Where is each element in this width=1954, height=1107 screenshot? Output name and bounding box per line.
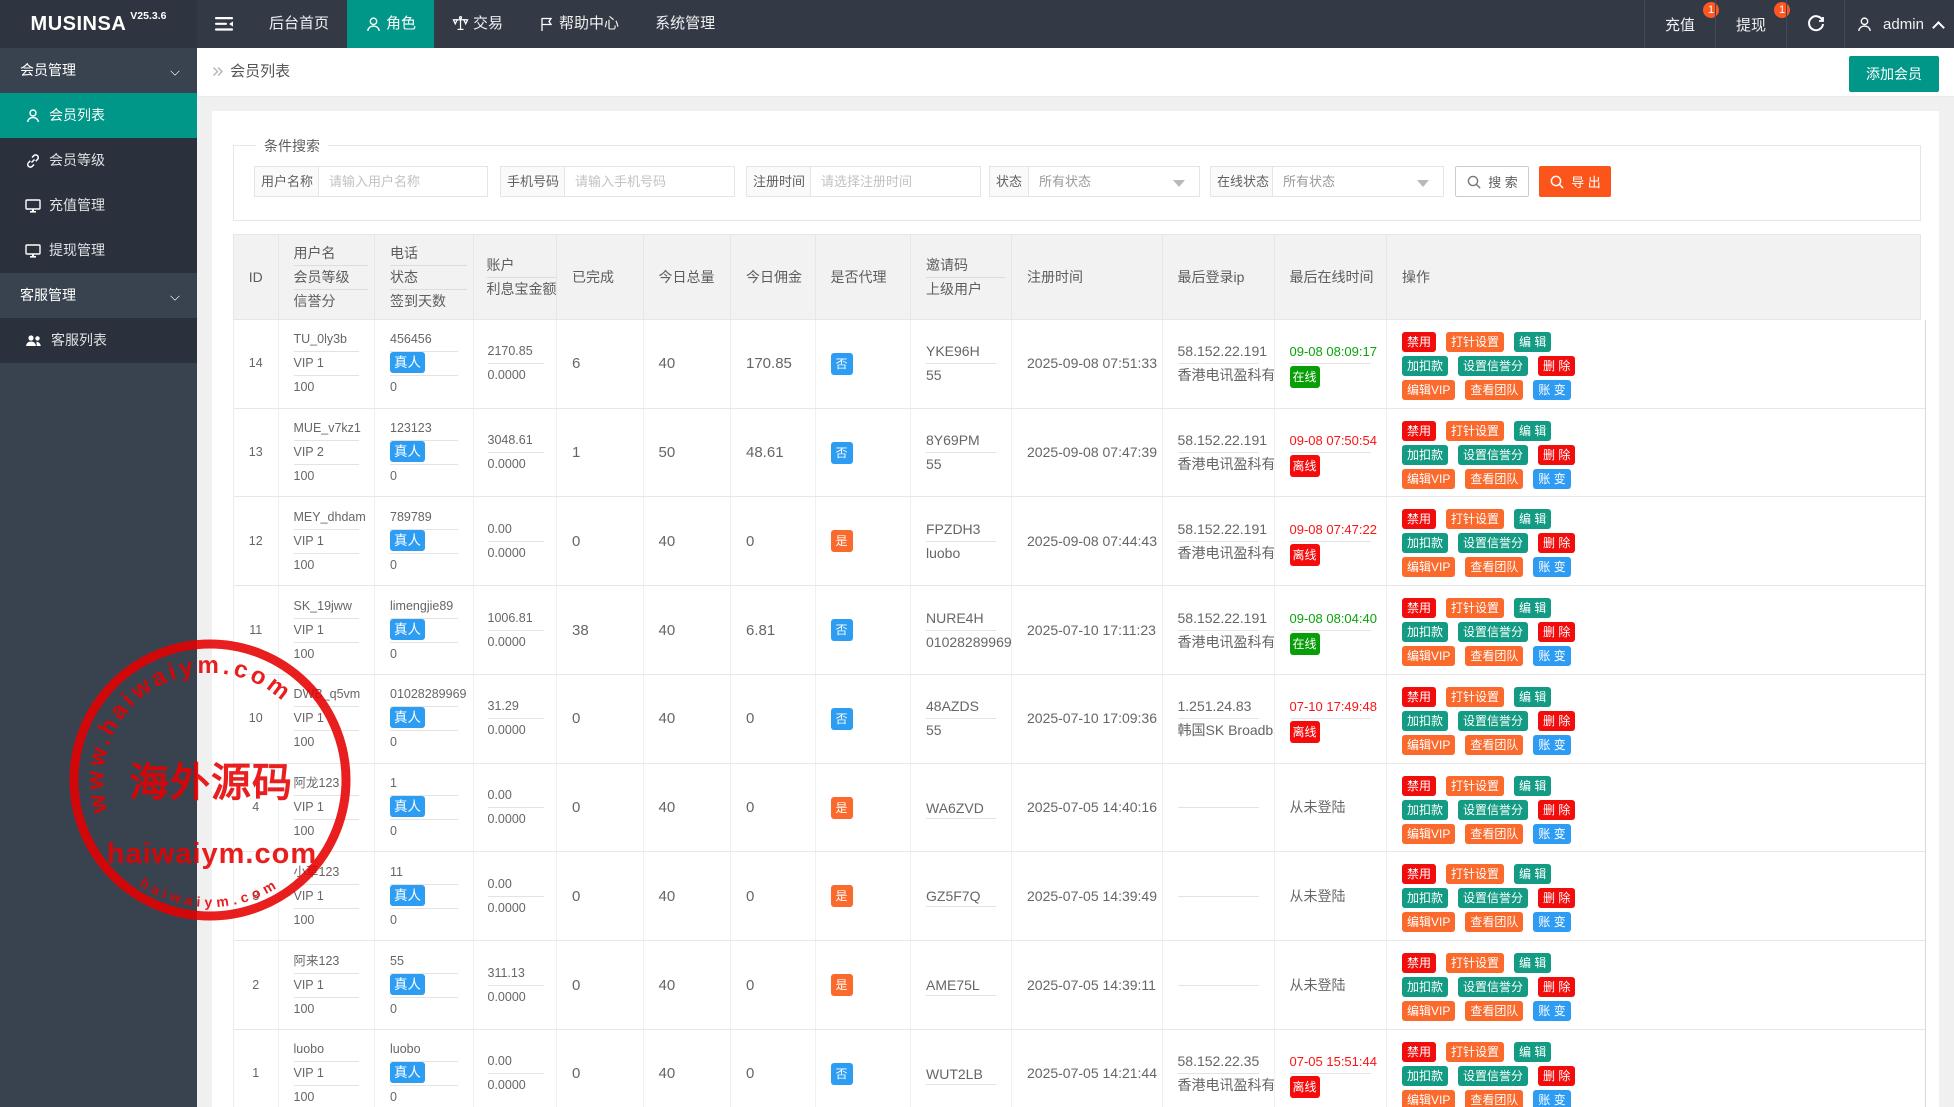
svg-text:haiwaiym.com: haiwaiym.com <box>107 838 317 870</box>
svg-text:海外源码: 海外源码 <box>129 761 293 805</box>
